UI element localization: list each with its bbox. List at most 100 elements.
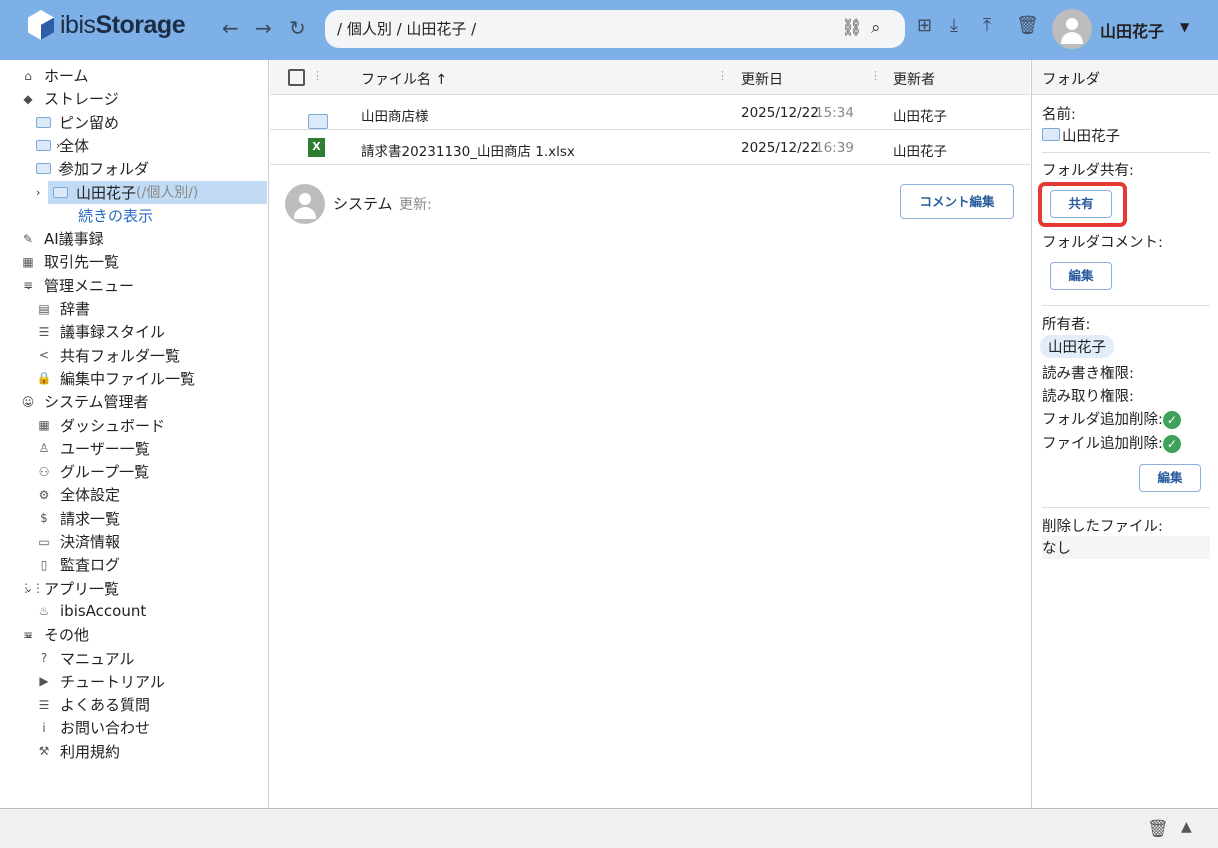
sidebar-item[interactable]: ⚙ 全体設定 xyxy=(36,483,120,506)
sidebar-item[interactable]: ▦ダッシュボード xyxy=(36,414,165,437)
folder-icon xyxy=(36,140,51,151)
expand-up-icon[interactable]: ▲ xyxy=(1181,819,1192,835)
column-updated-header[interactable]: 更新日 xyxy=(741,69,783,89)
upload-icon[interactable]: ⤒ xyxy=(983,15,991,36)
sidebar-item-label: 取引先一覧 xyxy=(44,251,119,272)
sidebar-item-label: マニュアル xyxy=(60,648,135,669)
chevron-down-icon[interactable]: ⌄ xyxy=(24,279,33,292)
file-time: 15:34 xyxy=(815,105,854,121)
sidebar-item-label: 監査ログ xyxy=(60,554,120,575)
column-name-header[interactable]: ファイル名 ↑ xyxy=(361,69,447,89)
user-icon: ♙ xyxy=(36,441,52,455)
column-resize-handle[interactable]: ⋮ xyxy=(312,69,323,82)
sidebar-item[interactable]: ⚒利用規約 xyxy=(36,740,120,763)
chevron-down-icon[interactable]: ⌄ xyxy=(56,162,65,175)
chevron-right-icon[interactable]: › xyxy=(36,186,40,199)
sidebar-item-label: よくある質問 xyxy=(60,694,150,715)
sidebar-item[interactable]: ▤辞書 xyxy=(36,297,90,320)
column-resize-handle[interactable]: ⋮ xyxy=(870,69,881,82)
help-icon: ? xyxy=(36,651,52,665)
sidebar-item[interactable]: 続きの表示 xyxy=(78,204,153,227)
sidebar-item-label: ストレージ xyxy=(44,88,119,109)
sidebar-item[interactable]: ⌄◆ストレージ xyxy=(20,87,119,110)
sidebar-item[interactable]: ♨ibisAccount xyxy=(36,600,146,623)
sidebar-item[interactable]: ⌄≡その他 xyxy=(20,623,89,646)
trash-icon[interactable]: 🗑 xyxy=(1016,15,1039,36)
sidebar-item-label: ユーザー一覧 xyxy=(60,438,150,459)
path-input[interactable]: / 個人別 / 山田花子 / ⛓ ⌕ xyxy=(325,10,905,48)
search-icon[interactable]: ⌕ xyxy=(871,18,881,38)
chevron-down-icon[interactable]: ▼ xyxy=(1180,20,1189,34)
sidebar-item-label: 全体設定 xyxy=(60,484,120,505)
sidebar-item[interactable]: ⌄参加フォルダ xyxy=(36,157,149,180)
chevron-down-icon[interactable]: ⌄ xyxy=(24,92,33,105)
sidebar-item[interactable]: ⌄≡管理メニュー xyxy=(20,274,134,297)
card-icon: ▭ xyxy=(36,535,52,549)
select-all-checkbox[interactable] xyxy=(288,69,305,86)
download-icon[interactable]: ⤓ xyxy=(950,15,958,36)
link-icon[interactable]: ⛓ xyxy=(841,18,863,38)
back-icon[interactable]: ← xyxy=(222,16,239,40)
column-updater-header[interactable]: 更新者 xyxy=(893,69,935,89)
share-button[interactable]: 共有 xyxy=(1050,190,1112,218)
sidebar-item[interactable]: ▭決済情報 xyxy=(36,530,120,553)
chevron-down-icon[interactable]: ⌄ xyxy=(24,395,33,408)
table-row[interactable]: 山田商店様 2025/12/22 15:34 山田花子 xyxy=(270,95,1030,130)
sidebar-item[interactable]: ›全体 xyxy=(36,134,89,157)
table-row[interactable]: X 請求書20231130_山田商店 1.xlsx 2025/12/22 16:… xyxy=(270,130,1030,165)
sidebar-item[interactable]: ⌄☺システム管理者 xyxy=(20,390,149,413)
name-label: 名前: xyxy=(1042,103,1076,124)
forward-icon[interactable]: → xyxy=(255,16,272,40)
sidebar-item[interactable]: $請求一覧 xyxy=(36,507,120,530)
avatar[interactable] xyxy=(1052,9,1092,49)
logo[interactable]: ibisStorage xyxy=(28,10,185,40)
sidebar-item[interactable]: ▶チュートリアル xyxy=(36,670,165,693)
sidebar-item[interactable]: ⚇グループ一覧 xyxy=(36,460,149,483)
chevron-down-icon[interactable]: ⌄ xyxy=(24,582,33,595)
sidebar-item[interactable]: ▦取引先一覧 xyxy=(20,250,119,273)
gear-icon: ⚙ xyxy=(36,488,52,502)
document-icon: ▯ xyxy=(36,558,52,572)
sidebar-item[interactable]: ♙ ユーザー一覧 xyxy=(36,437,150,460)
sidebar-item[interactable]: ⌂ホーム xyxy=(20,64,89,87)
video-icon: ▶ xyxy=(36,674,52,688)
sidebar-item-label: 全体 xyxy=(59,135,89,156)
folder-name: 山田花子 xyxy=(1042,125,1120,146)
owner-chip: 山田花子 xyxy=(1040,335,1114,358)
edit-permissions-button[interactable]: 編集 xyxy=(1139,464,1201,492)
flame-icon: ♨ xyxy=(36,604,52,618)
gavel-icon: ⚒ xyxy=(36,744,52,758)
sidebar-item-label: ホーム xyxy=(44,65,89,86)
sidebar-item[interactable]: ▯ 監査ログ xyxy=(36,553,120,576)
edit-folder-comment-button[interactable]: 編集 xyxy=(1050,262,1112,290)
new-folder-icon[interactable]: ⊞ xyxy=(917,15,932,36)
edit-comment-button[interactable]: コメント編集 xyxy=(900,184,1014,219)
sidebar-item[interactable]: ☰議事録スタイル xyxy=(36,320,165,343)
logo-text: ibis xyxy=(60,11,96,39)
chevron-down-icon[interactable]: ⌄ xyxy=(24,628,33,641)
sidebar-item[interactable]: ☰よくある質問 xyxy=(36,693,150,716)
sidebar-item[interactable]: iお問い合わせ xyxy=(36,716,150,739)
refresh-icon[interactable]: ↻ xyxy=(289,16,306,40)
folder-panel: フォルダ 名前: 山田花子 フォルダ共有: 共有 フォルダコメント: 編集 所有… xyxy=(1031,60,1218,808)
trash-icon[interactable]: 🗑 xyxy=(1147,819,1169,839)
file-list: ⋮ ファイル名 ↑ ⋮ 更新日 ⋮ 更新者 山田商店様 2025/12/22 1… xyxy=(270,60,1030,808)
user-name[interactable]: 山田花子 xyxy=(1100,18,1164,42)
sidebar-item[interactable]: ✎AI議事録 xyxy=(20,227,104,250)
sidebar-item[interactable]: ›山田花子(/個人別/) xyxy=(48,181,267,204)
column-resize-handle[interactable]: ⋮ xyxy=(717,69,728,82)
file-add-delete-label: ファイル追加削除: xyxy=(1042,436,1163,452)
sidebar-item[interactable]: <共有フォルダ一覧 xyxy=(36,344,180,367)
dollar-icon: $ xyxy=(36,511,52,525)
chevron-right-icon[interactable]: › xyxy=(56,139,60,152)
panel-title: フォルダ xyxy=(1032,60,1218,95)
book-icon: ▤ xyxy=(36,302,52,316)
file-add-delete-permission: ファイル追加削除:✓ xyxy=(1042,432,1181,453)
folder-add-delete-label: フォルダ追加削除: xyxy=(1042,412,1163,428)
sidebar-item[interactable]: ? マニュアル xyxy=(36,647,135,670)
sidebar-item-label: お問い合わせ xyxy=(60,717,150,738)
sidebar-item[interactable]: ピン留め xyxy=(36,111,119,134)
comment-author: システム xyxy=(333,193,393,214)
sidebar-item[interactable]: ⌄⋮⋮アプリ一覧 xyxy=(20,577,119,600)
sidebar-item[interactable]: 🔒編集中ファイル一覧 xyxy=(36,367,195,390)
